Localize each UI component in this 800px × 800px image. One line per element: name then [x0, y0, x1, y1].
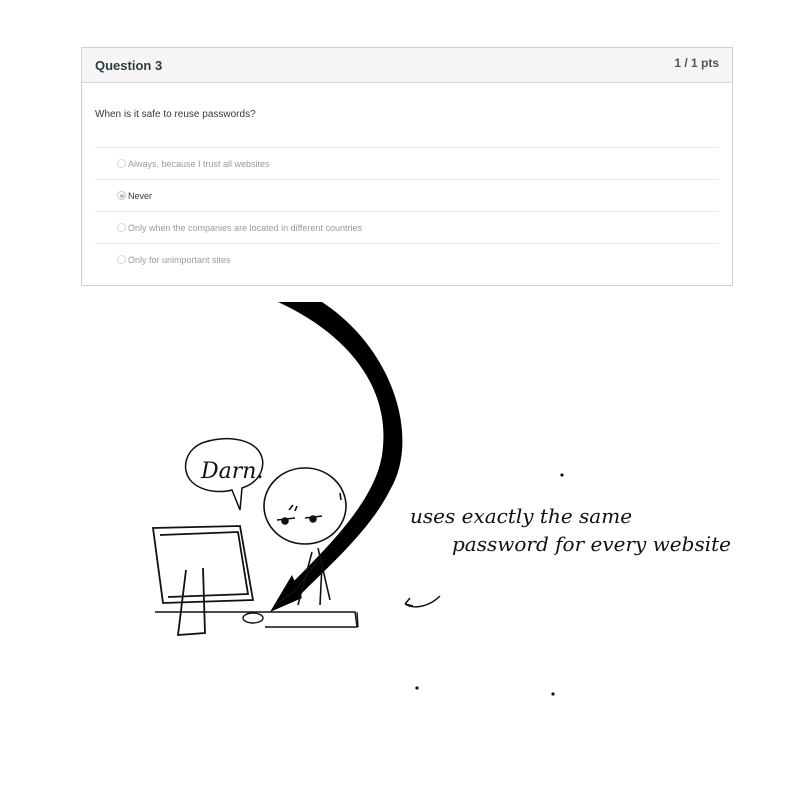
caption-line-2: password for every website	[452, 532, 731, 556]
monitor	[151, 525, 255, 636]
comic-illustration: Darn. uses exactly the same password for…	[151, 302, 731, 696]
dot	[551, 692, 555, 696]
desk	[155, 611, 359, 628]
small-arrow	[404, 595, 441, 608]
mouse	[242, 612, 264, 624]
caption-line-1: uses exactly the same	[410, 504, 632, 528]
dot	[415, 686, 419, 690]
speech-text: Darn.	[200, 459, 263, 484]
big-arrow	[278, 302, 403, 595]
dot	[560, 473, 564, 477]
